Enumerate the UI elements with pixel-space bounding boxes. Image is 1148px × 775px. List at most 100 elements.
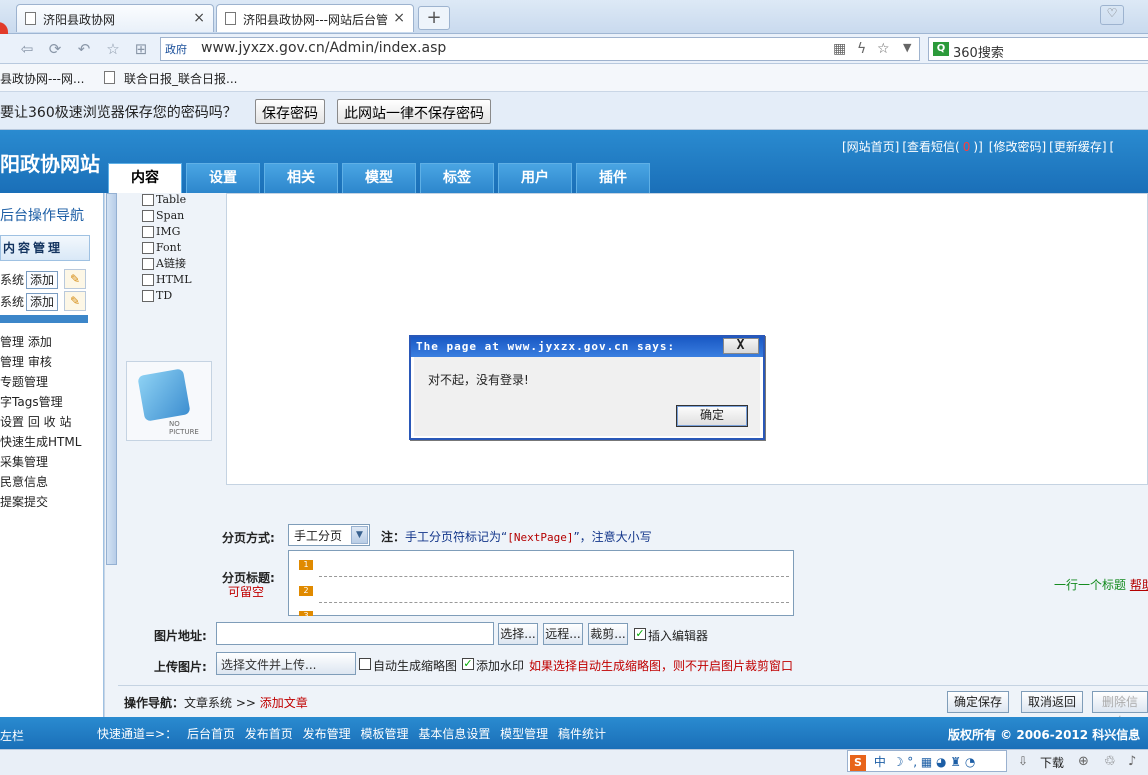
select-button[interactable]: 选择... xyxy=(498,623,538,645)
checkbox[interactable] xyxy=(142,258,154,270)
undo-icon[interactable]: ↶ xyxy=(75,41,93,57)
image-url-input[interactable] xyxy=(216,622,494,645)
help-link[interactable]: 帮助 xyxy=(1130,578,1148,592)
forward-icon[interactable]: ⟳ xyxy=(46,41,64,57)
quick-link[interactable]: 后台首页 xyxy=(187,727,235,741)
content-management-header[interactable]: 内容管理 xyxy=(0,235,90,261)
auto-thumbnail-checkbox[interactable]: 自动生成缩略图 xyxy=(359,657,457,674)
tab-plugins[interactable]: 插件 xyxy=(576,163,650,193)
close-icon[interactable]: X xyxy=(723,338,759,354)
nav-item[interactable]: 民意信息 xyxy=(0,473,48,490)
browser-tab-2[interactable]: 济阳县政协网---网站后台管 × xyxy=(216,4,414,32)
page-titles-textarea[interactable]: 1 2 3 xyxy=(288,550,794,616)
confirm-save-button[interactable]: 确定保存 xyxy=(947,691,1010,713)
tab-close-icon[interactable]: × xyxy=(393,10,405,26)
link-view-messages[interactable]: [查看短信(0)] xyxy=(902,140,985,154)
dialog-ok-button[interactable]: 确定 xyxy=(676,405,748,427)
checkbox[interactable] xyxy=(142,210,154,222)
new-tab-button[interactable]: + xyxy=(418,6,450,30)
nav-item[interactable]: 管理 添加 xyxy=(0,333,52,350)
quick-link[interactable]: 模板管理 xyxy=(360,727,408,741)
dropdown-icon[interactable]: ▼ xyxy=(903,41,911,54)
checkbox-item[interactable]: A链接 xyxy=(142,257,192,273)
scrollbar-thumb[interactable] xyxy=(106,193,117,565)
checkbox[interactable] xyxy=(142,226,154,238)
save-password-button[interactable]: 保存密码 xyxy=(255,99,325,124)
checkbox-item[interactable]: HTML xyxy=(142,273,192,289)
download-icon[interactable]: ⇩ xyxy=(1018,754,1028,768)
add-button[interactable]: 添加 xyxy=(26,271,58,289)
trash-icon[interactable]: ♲ xyxy=(1104,754,1116,769)
quick-link[interactable]: 发布首页 xyxy=(245,727,293,741)
download-label[interactable]: 下载 xyxy=(1040,754,1064,771)
checkbox[interactable] xyxy=(142,290,154,302)
nav-item[interactable]: 管理 审核 xyxy=(0,353,52,370)
nav-item[interactable]: 快速生成HTML xyxy=(0,433,81,450)
checkbox[interactable] xyxy=(359,658,371,670)
chevron-down-icon[interactable]: ▼ xyxy=(351,526,368,544)
checkbox[interactable] xyxy=(142,274,154,286)
lightning-icon[interactable]: ϟ xyxy=(857,41,866,57)
browser-tab-1[interactable]: 济阳县政协网 × xyxy=(16,4,214,32)
cancel-return-button[interactable]: 取消返回 xyxy=(1021,691,1084,713)
link-change-password[interactable]: [修改密码] xyxy=(989,140,1046,154)
zoom-icon[interactable]: ⊕ xyxy=(1078,754,1089,769)
favorite-icon[interactable]: ☆ xyxy=(104,41,122,57)
quick-link[interactable]: 模型管理 xyxy=(500,727,548,741)
checkbox[interactable] xyxy=(142,242,154,254)
checkbox-item[interactable]: IMG xyxy=(142,225,192,241)
nav-item[interactable]: 设置 回 收 站 xyxy=(0,413,71,430)
tab-settings[interactable]: 设置 xyxy=(186,163,260,193)
vertical-scrollbar[interactable] xyxy=(104,193,118,717)
nav-item[interactable]: 字Tags管理 xyxy=(0,393,63,410)
nav-item[interactable]: 专题管理 xyxy=(0,373,48,390)
delete-info-button[interactable]: 删除信息 xyxy=(1092,691,1148,729)
quick-link[interactable]: 稿件统计 xyxy=(558,727,606,741)
checkbox-item[interactable]: TD xyxy=(142,289,192,305)
edit-pen-icon[interactable]: ✎ xyxy=(64,291,86,311)
back-icon[interactable]: ⇦ xyxy=(18,41,36,57)
link-site-home[interactable]: [网站首页] xyxy=(842,140,899,154)
no-picture-thumbnail[interactable]: NO PICTURE xyxy=(126,361,212,441)
breadcrumb-article-system[interactable]: 文章系统 >> xyxy=(184,696,256,710)
paging-select[interactable]: 手工分页 ▼ xyxy=(288,524,370,546)
checkbox-item[interactable]: Font xyxy=(142,241,192,257)
ime-toolbar[interactable]: S 中 ☽ °, ▦ ◕ ♜ ◔ xyxy=(847,750,1007,772)
left-panel-toggle[interactable]: 左栏 xyxy=(0,727,24,744)
add-button[interactable]: 添加 xyxy=(26,293,58,311)
skin-icon[interactable]: ♡ xyxy=(1100,5,1124,25)
favorite-link-2[interactable]: 联合日报_联合日报... xyxy=(124,70,237,87)
tab-related[interactable]: 相关 xyxy=(264,163,338,193)
remote-button[interactable]: 远程... xyxy=(543,623,583,645)
apps-grid-icon[interactable]: ⊞ xyxy=(132,41,150,57)
link-more[interactable]: [ xyxy=(1110,140,1115,154)
tab-models[interactable]: 模型 xyxy=(342,163,416,193)
ime-mode[interactable]: 中 xyxy=(874,755,886,769)
favorite-link-1[interactable]: 县政协网---网... xyxy=(0,70,84,87)
tab-users[interactable]: 用户 xyxy=(498,163,572,193)
tab-close-icon[interactable]: × xyxy=(193,10,205,26)
sound-icon[interactable]: ♪ xyxy=(1128,754,1136,769)
checkbox-item[interactable]: Table xyxy=(142,193,192,209)
ime-tools-icon[interactable]: ☽ °, ▦ ◕ ♜ ◔ xyxy=(893,755,976,769)
address-bar[interactable]: 政府 www.jyxzx.gov.cn/Admin/index.asp ▦ ϟ … xyxy=(160,37,920,61)
link-update-cache[interactable]: [更新缓存] xyxy=(1049,140,1106,154)
upload-file-button[interactable]: 选择文件并上传... xyxy=(216,652,356,675)
qrcode-icon[interactable]: ▦ xyxy=(833,41,846,57)
search-box[interactable]: Q 360搜索 xyxy=(928,37,1148,61)
tab-content[interactable]: 内容 xyxy=(108,163,182,193)
collapse-bar[interactable] xyxy=(0,315,88,323)
quick-link[interactable]: 基本信息设置 xyxy=(418,727,490,741)
tab-tags[interactable]: 标签 xyxy=(420,163,494,193)
star-icon[interactable]: ☆ xyxy=(877,41,890,57)
crop-button[interactable]: 裁剪... xyxy=(588,623,628,645)
checkbox-item[interactable]: Span xyxy=(142,209,192,225)
checkbox[interactable] xyxy=(142,194,154,206)
quick-link[interactable]: 发布管理 xyxy=(303,727,351,741)
edit-pen-icon[interactable]: ✎ xyxy=(64,269,86,289)
nav-item[interactable]: 提案提交 xyxy=(0,493,48,510)
nav-item[interactable]: 采集管理 xyxy=(0,453,48,470)
insert-editor-checkbox[interactable]: ✓ 插入编辑器 xyxy=(634,627,708,644)
watermark-checkbox[interactable]: ✓ 添加水印 xyxy=(462,657,524,674)
never-save-password-button[interactable]: 此网站一律不保存密码 xyxy=(337,99,491,124)
